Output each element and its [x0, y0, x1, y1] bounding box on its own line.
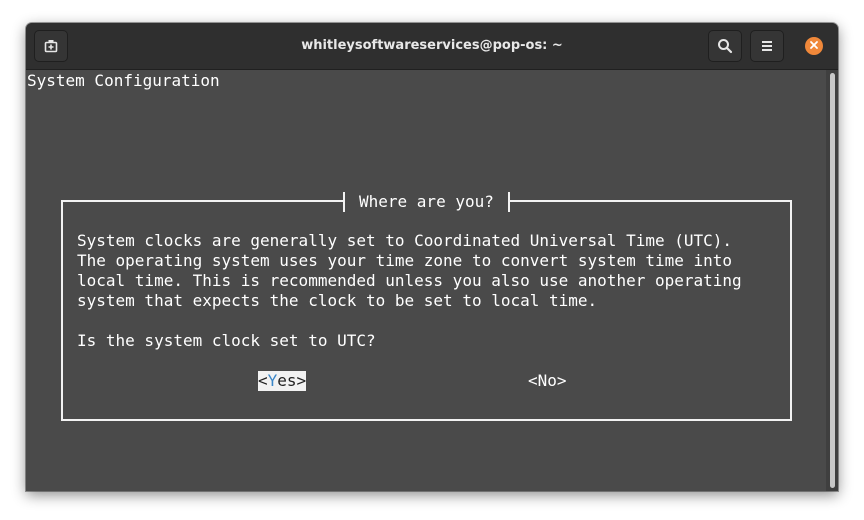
yes-button[interactable]: <Yes> [258, 371, 307, 391]
new-tab-button[interactable] [34, 30, 68, 62]
close-icon [809, 37, 819, 55]
window-title: whitleysoftwareservices@pop-os: ~ [301, 38, 563, 53]
close-button[interactable] [805, 37, 823, 55]
scrollbar-thumb[interactable] [830, 73, 835, 488]
hamburger-menu-icon [760, 39, 774, 53]
yes-button-prefix: < [258, 371, 268, 390]
menu-button[interactable] [750, 30, 784, 62]
terminal-content[interactable]: System Configuration Where are you? Syst… [26, 70, 826, 491]
yes-button-hotkey: Y [267, 371, 278, 390]
dialog-message: System clocks are generally set to Coord… [77, 231, 742, 350]
yes-button-suffix: es> [277, 371, 307, 390]
dialog-title: Where are you? [343, 192, 510, 212]
new-tab-icon [43, 38, 59, 54]
terminal-window: whitleysoftwareservices@pop-os: ~ System… [26, 23, 838, 491]
screen-title: System Configuration [27, 71, 220, 90]
terminal-scrollbar[interactable] [826, 70, 838, 491]
timezone-dialog: Where are you? System clocks are general… [61, 192, 792, 421]
search-icon [717, 38, 733, 54]
no-button[interactable]: <No> [528, 371, 567, 391]
title-bar[interactable]: whitleysoftwareservices@pop-os: ~ [26, 23, 838, 70]
search-button[interactable] [708, 30, 742, 62]
